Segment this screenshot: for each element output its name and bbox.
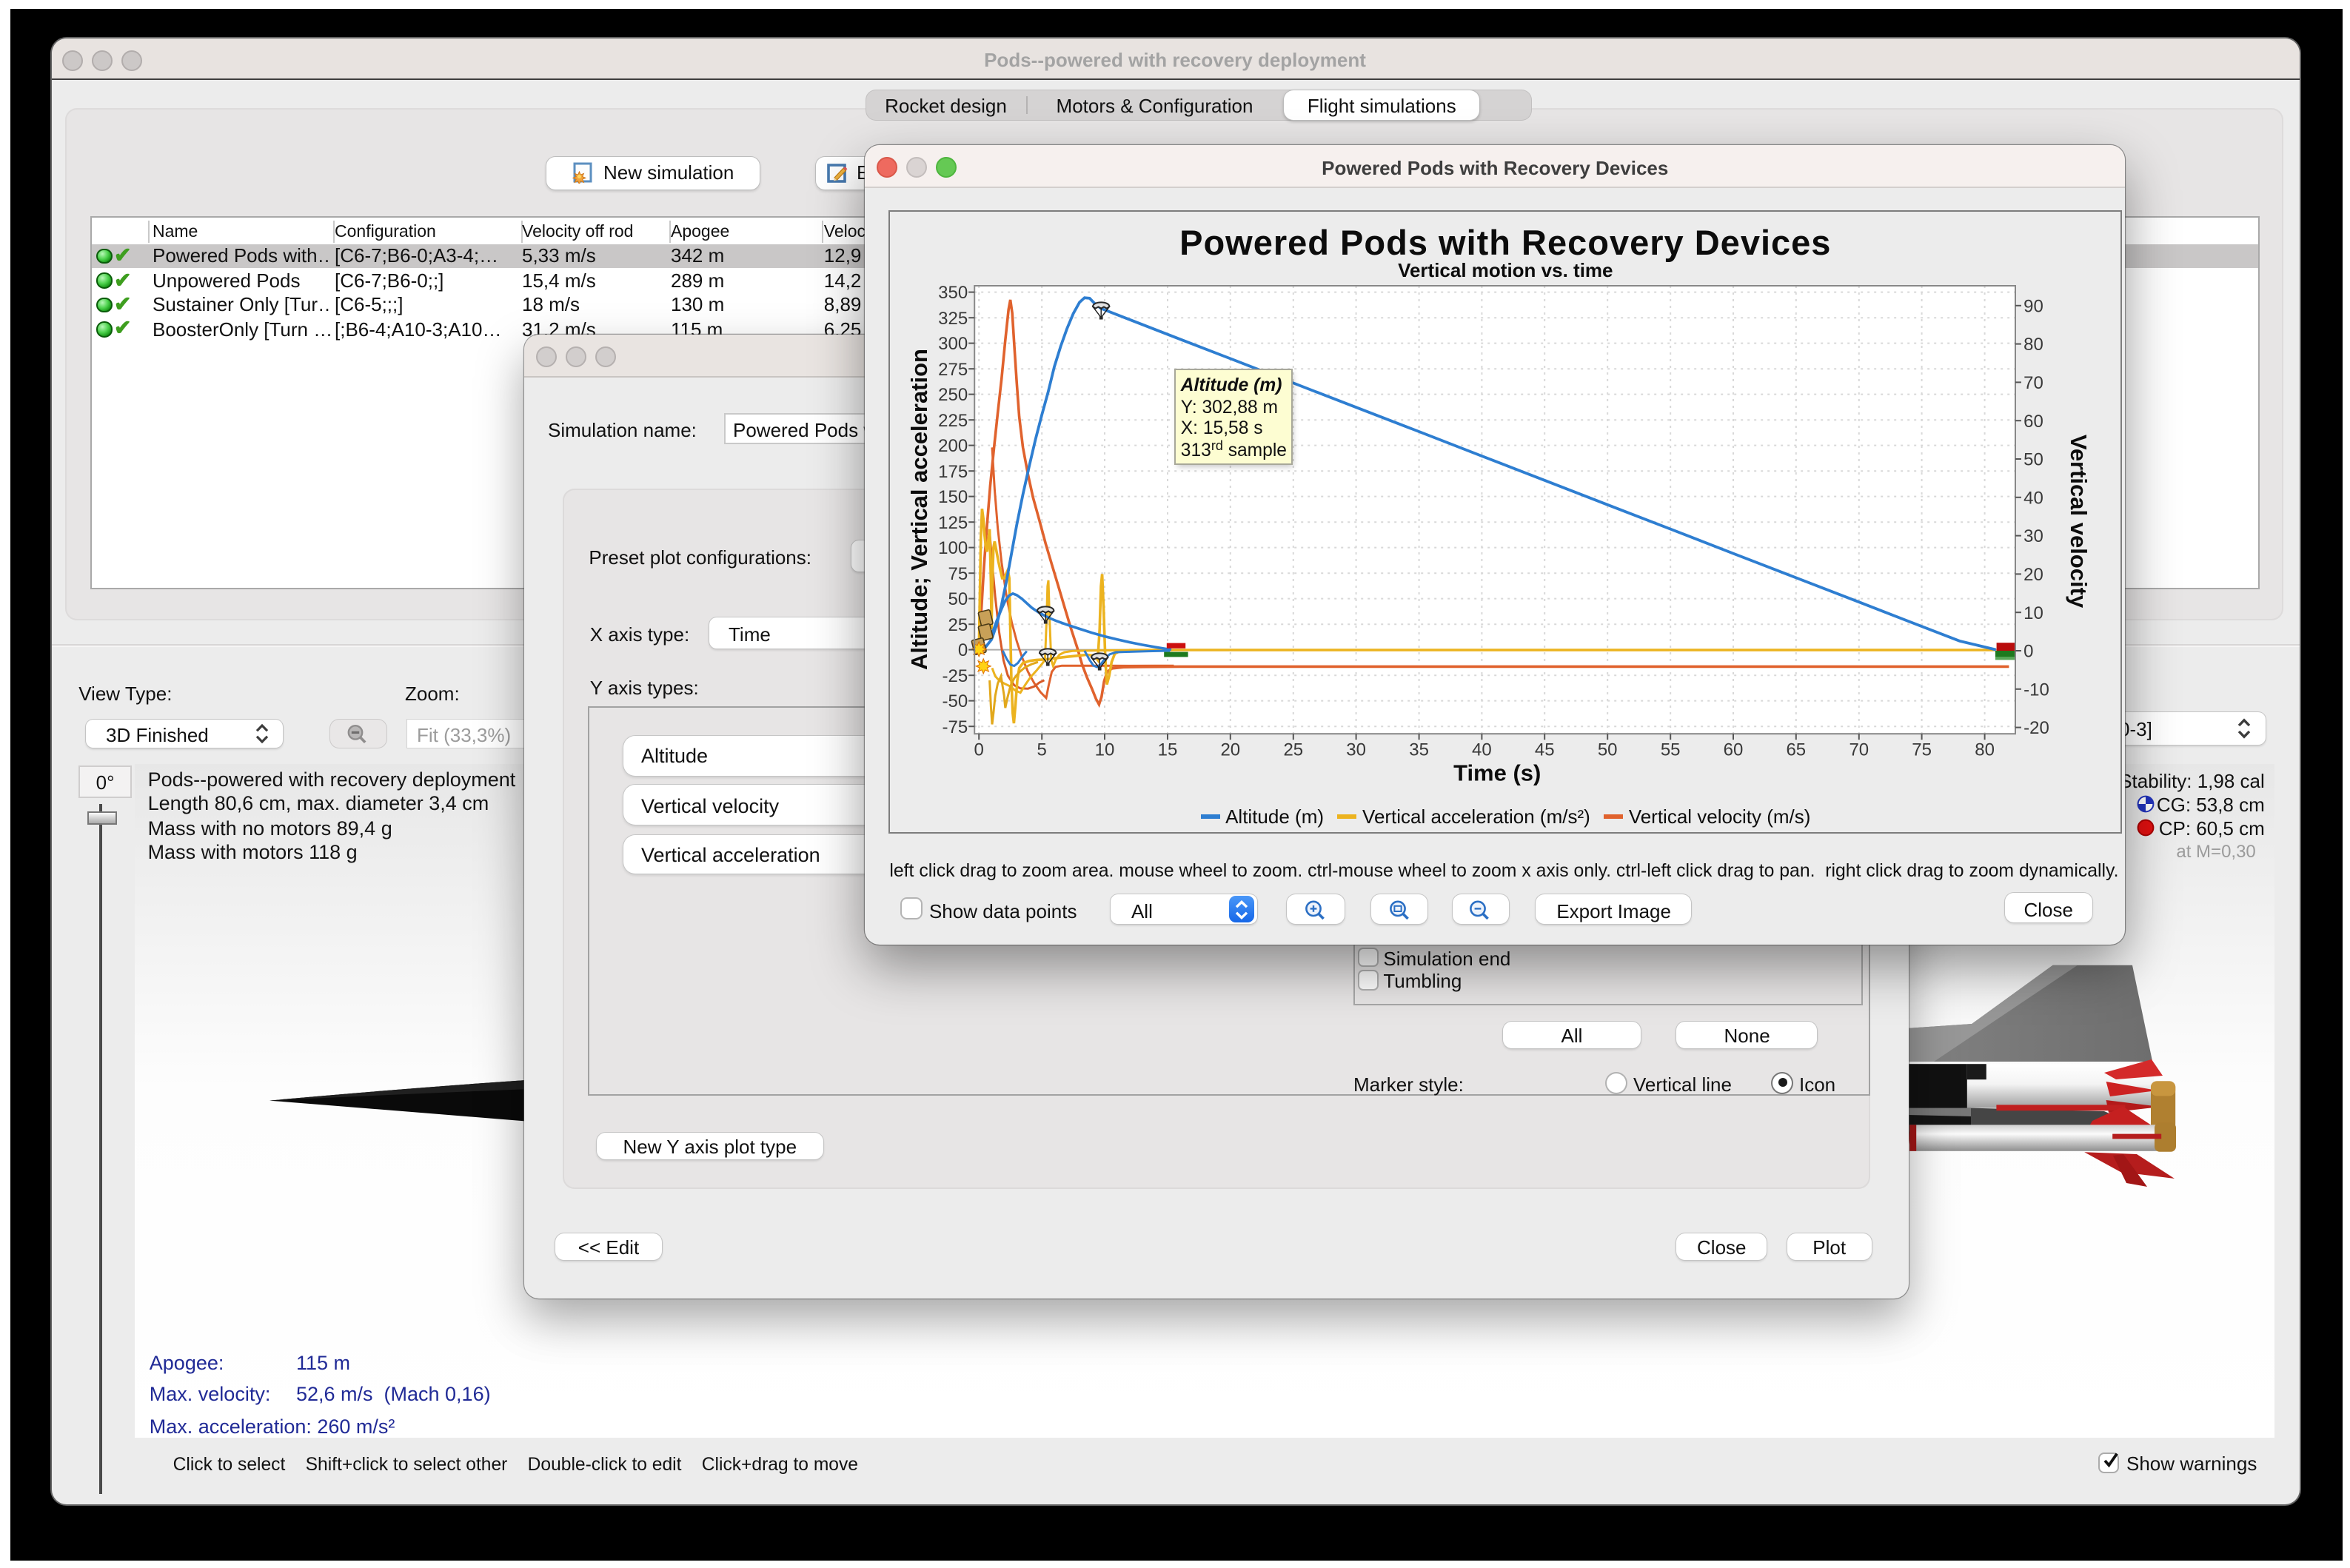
svg-text:0: 0: [974, 740, 984, 760]
svg-text:90: 90: [2024, 296, 2044, 316]
svg-text:30: 30: [1347, 740, 1367, 760]
svg-text:75: 75: [948, 564, 968, 584]
svg-text:200: 200: [939, 436, 968, 456]
svg-text:225: 225: [939, 411, 968, 431]
svg-text:0: 0: [2024, 642, 2034, 662]
svg-text:-75: -75: [943, 717, 968, 737]
svg-text:70: 70: [1849, 740, 1869, 760]
svg-text:Altitude; Vertical acceleratio: Altitude; Vertical acceleration: [907, 349, 933, 670]
svg-text:Vertical velocity: Vertical velocity: [2066, 435, 2092, 609]
svg-text:55: 55: [1661, 740, 1681, 760]
svg-text:325: 325: [939, 309, 968, 329]
svg-text:5: 5: [1037, 740, 1047, 760]
svg-text:100: 100: [939, 538, 968, 558]
svg-text:-50: -50: [943, 691, 968, 711]
svg-text:60: 60: [2024, 412, 2044, 432]
svg-text:50: 50: [2024, 450, 2044, 470]
svg-text:300: 300: [939, 334, 968, 354]
svg-text:25: 25: [948, 615, 968, 635]
svg-text:-25: -25: [943, 666, 968, 686]
svg-text:75: 75: [1912, 740, 1932, 760]
svg-text:25: 25: [1284, 740, 1304, 760]
svg-text:275: 275: [939, 360, 968, 380]
svg-text:10: 10: [1095, 740, 1115, 760]
svg-text:10: 10: [2024, 603, 2044, 623]
svg-text:80: 80: [2024, 335, 2044, 355]
svg-text:-10: -10: [2024, 680, 2050, 700]
svg-text:175: 175: [939, 462, 968, 482]
svg-text:40: 40: [2024, 488, 2044, 508]
svg-text:150: 150: [939, 487, 968, 507]
svg-text:Time (s): Time (s): [1454, 760, 1541, 786]
svg-text:250: 250: [939, 385, 968, 405]
svg-text:20: 20: [1221, 740, 1241, 760]
svg-text:0: 0: [959, 640, 968, 660]
svg-text:20: 20: [2024, 565, 2044, 585]
svg-text:45: 45: [1536, 740, 1556, 760]
svg-text:50: 50: [1599, 740, 1618, 760]
svg-text:35: 35: [1410, 740, 1430, 760]
svg-text:125: 125: [939, 513, 968, 533]
svg-text:70: 70: [2024, 373, 2044, 393]
svg-text:40: 40: [1473, 740, 1493, 760]
svg-text:80: 80: [1975, 740, 1995, 760]
svg-text:350: 350: [939, 283, 968, 303]
svg-text:50: 50: [948, 589, 968, 609]
svg-text:65: 65: [1787, 740, 1807, 760]
svg-text:60: 60: [1724, 740, 1744, 760]
svg-text:30: 30: [2024, 526, 2044, 546]
svg-text:15: 15: [1158, 740, 1178, 760]
svg-text:-20: -20: [2024, 718, 2050, 738]
